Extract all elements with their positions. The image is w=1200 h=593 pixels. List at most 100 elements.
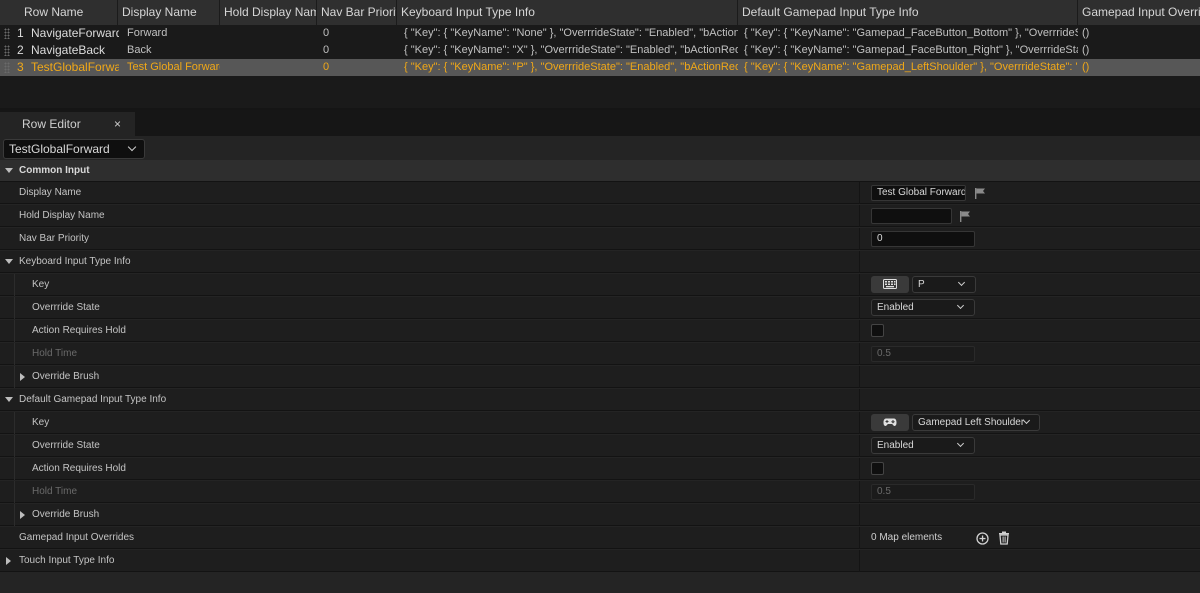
column-splitter	[859, 182, 860, 204]
column-splitter	[859, 550, 860, 572]
localization-flag-icon[interactable]	[959, 210, 971, 222]
column-splitter	[859, 297, 860, 319]
localization-flag-icon[interactable]	[974, 187, 986, 199]
property-label: Override Brush	[32, 371, 100, 382]
column-splitter	[859, 527, 860, 549]
property-label: Keyboard Input Type Info	[19, 256, 131, 267]
expand-arrow-icon[interactable]	[5, 259, 13, 264]
table-row[interactable]: 2 NavigateBack Back 0 { "Key": { "KeyNam…	[0, 42, 1200, 59]
expand-arrow-icon[interactable]	[5, 168, 13, 173]
column-splitter	[859, 412, 860, 434]
property-keyboard-action-requires-hold: Action Requires Hold	[0, 320, 1200, 342]
column-splitter	[859, 435, 860, 457]
column-splitter	[859, 228, 860, 250]
property-keyboard-override-brush[interactable]: Override Brush	[0, 366, 1200, 388]
action-requires-hold-checkbox[interactable]	[871, 462, 884, 475]
column-splitter	[859, 320, 860, 342]
map-elements-count: 0 Map elements	[871, 532, 943, 543]
tab-row-editor[interactable]: Row Editor ×	[0, 112, 135, 136]
column-header-display-name[interactable]: Display Name	[118, 0, 220, 25]
property-label: Hold Time	[32, 486, 78, 497]
hold-display-name-cell	[224, 42, 317, 59]
indent-guide	[14, 504, 15, 526]
data-table: Row Name Display Name Hold Display Name …	[0, 0, 1200, 108]
property-label: Action Requires Hold	[32, 325, 126, 336]
property-nav-bar-priority: Nav Bar Priority 0	[0, 228, 1200, 250]
indent-guide	[14, 320, 15, 342]
action-requires-hold-checkbox[interactable]	[871, 324, 884, 337]
nav-bar-priority-cell: 0	[323, 61, 330, 73]
nav-bar-priority-input[interactable]: 0	[871, 231, 975, 247]
combo-value: Enabled	[877, 440, 914, 451]
indent-guide	[14, 458, 15, 480]
indent-guide	[14, 274, 15, 296]
expand-arrow-icon[interactable]	[6, 557, 11, 565]
keyboard-input-cell: { "Key": { "KeyName": "X" }, "OverrrideS…	[404, 44, 738, 56]
column-splitter	[859, 481, 860, 503]
indent-guide	[14, 412, 15, 434]
hold-display-name-cell	[224, 59, 317, 76]
column-header-gamepad-input[interactable]: Default Gamepad Input Type Info	[738, 0, 1078, 25]
indent-guide	[14, 343, 15, 365]
display-name-input[interactable]: Test Global Forward	[871, 185, 966, 201]
property-label: Action Requires Hold	[32, 463, 126, 474]
key-capture-button[interactable]	[871, 414, 909, 431]
hold-display-name-input[interactable]	[871, 208, 952, 224]
struct-touch-input-type-info[interactable]: Touch Input Type Info	[0, 550, 1200, 572]
expand-arrow-icon[interactable]	[5, 397, 13, 402]
row-selector-dropdown[interactable]: TestGlobalForward	[3, 139, 145, 159]
property-keyboard-key: Key P	[0, 274, 1200, 296]
trash-icon[interactable]	[998, 531, 1010, 545]
property-label: Key	[32, 279, 50, 290]
table-row-selected[interactable]: 3 TestGlobalForward Test Global Forward …	[0, 59, 1200, 76]
override-state-combo[interactable]: Enabled	[871, 437, 975, 454]
column-splitter	[859, 343, 860, 365]
column-header-hold-display-name[interactable]: Hold Display Name	[220, 0, 317, 25]
column-header-nav-bar-priority[interactable]: Nav Bar Priority	[317, 0, 397, 25]
category-common-input[interactable]: Common Input	[0, 160, 1200, 182]
property-keyboard-hold-time: Hold Time 0.5	[0, 343, 1200, 365]
keyboard-key-combo[interactable]: P	[912, 276, 976, 293]
column-header-row-name[interactable]: Row Name	[20, 0, 118, 25]
drag-handle-icon[interactable]	[4, 62, 10, 73]
column-header-gamepad-override[interactable]: Gamepad Input Override	[1078, 0, 1200, 25]
column-splitter	[859, 366, 860, 388]
indent-guide	[14, 435, 15, 457]
table-row[interactable]: 1 NavigateForward Forward 0 { "Key": { "…	[0, 25, 1200, 42]
add-element-icon[interactable]	[976, 532, 989, 545]
key-capture-button[interactable]	[871, 276, 909, 293]
nav-bar-priority-cell: 0	[323, 44, 330, 56]
gamepad-override-cell: ()	[1082, 61, 1090, 73]
property-gamepad-action-requires-hold: Action Requires Hold	[0, 458, 1200, 480]
drag-handle-icon[interactable]	[4, 28, 10, 39]
keyboard-icon	[883, 279, 897, 289]
property-gamepad-override-brush[interactable]: Override Brush	[0, 504, 1200, 526]
row-index: 1	[17, 26, 24, 40]
gamepad-icon	[883, 418, 897, 426]
gamepad-key-combo[interactable]: Gamepad Left Shoulder	[912, 414, 1040, 431]
column-splitter	[859, 205, 860, 227]
display-name-cell: Test Global Forward	[127, 61, 220, 73]
chevron-down-icon	[957, 278, 966, 287]
display-name-cell: Back	[127, 44, 152, 56]
column-header-keyboard-input[interactable]: Keyboard Input Type Info	[397, 0, 738, 25]
row-index: 2	[17, 43, 24, 57]
gamepad-override-cell: ()	[1082, 44, 1090, 56]
expand-arrow-icon[interactable]	[20, 511, 25, 519]
struct-gamepad-input-type-info[interactable]: Default Gamepad Input Type Info	[0, 389, 1200, 411]
chevron-down-icon	[956, 301, 965, 310]
column-splitter	[859, 504, 860, 526]
gamepad-input-cell: { "Key": { "KeyName": "Gamepad_FaceButto…	[744, 27, 1078, 39]
property-keyboard-override-state: Overrride State Enabled	[0, 297, 1200, 319]
close-icon[interactable]: ×	[114, 112, 121, 136]
keyboard-input-cell: { "Key": { "KeyName": "P" }, "OverrrideS…	[404, 61, 738, 73]
expand-arrow-icon[interactable]	[20, 373, 25, 381]
drag-handle-icon[interactable]	[4, 45, 10, 56]
indent-guide	[14, 297, 15, 319]
property-label: Key	[32, 417, 50, 428]
column-splitter	[859, 458, 860, 480]
category-label: Common Input	[19, 165, 90, 176]
struct-keyboard-input-type-info[interactable]: Keyboard Input Type Info	[0, 251, 1200, 273]
nav-bar-priority-cell: 0	[323, 27, 330, 39]
override-state-combo[interactable]: Enabled	[871, 299, 975, 316]
